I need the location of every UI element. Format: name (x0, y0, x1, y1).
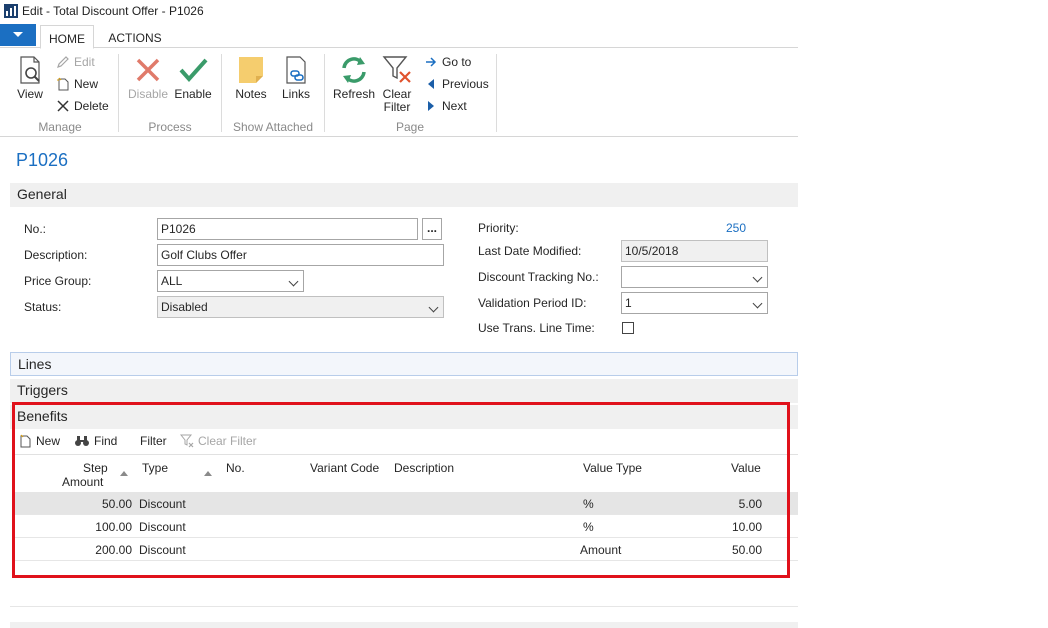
pencil-icon (57, 56, 69, 68)
app-menu-button[interactable] (0, 24, 36, 46)
benefits-highlight-box (12, 402, 790, 578)
no-field[interactable]: P1026 (157, 218, 418, 240)
go-to-label: Go to (442, 55, 472, 69)
status-select[interactable]: Disabled (157, 296, 444, 318)
last-modified-label: Last Date Modified: (478, 244, 582, 258)
view-label: View (17, 87, 43, 101)
sticky-note-icon (239, 57, 263, 83)
fasttab-lines[interactable]: Lines (10, 352, 798, 376)
description-field[interactable]: Golf Clubs Offer (157, 244, 444, 266)
previous-button[interactable]: Previous (424, 74, 489, 94)
description-label: Description: (24, 248, 88, 262)
edit-button[interactable]: Edit (56, 52, 95, 72)
no-assist-button[interactable]: ... (422, 218, 442, 240)
enable-button[interactable]: Enable (172, 54, 214, 101)
validation-label: Validation Period ID: (478, 296, 587, 310)
chevron-down-icon (288, 276, 299, 287)
new-label: New (74, 77, 99, 91)
notes-label: Notes (235, 87, 267, 101)
view-button[interactable]: View (12, 54, 48, 101)
title-bar: Edit - Total Discount Offer - P1026 (0, 0, 1048, 24)
new-document-icon (57, 77, 69, 91)
tab-home[interactable]: HOME (40, 25, 94, 49)
group-separator (221, 54, 222, 132)
close-icon (57, 100, 69, 112)
chevron-down-icon (428, 302, 439, 313)
price-group-select[interactable]: ALL (157, 270, 304, 292)
triangle-left-icon (428, 79, 434, 89)
chevron-down-icon (13, 32, 23, 37)
next-label: Next (442, 99, 467, 113)
clear-filter-icon (382, 56, 411, 83)
status-value: Disabled (161, 300, 208, 314)
checkmark-icon (179, 58, 208, 83)
next-fasttab-edge (10, 622, 798, 628)
view-document-icon (20, 56, 40, 84)
go-to-button[interactable]: Go to (424, 52, 471, 72)
priority-value[interactable]: 250 (726, 221, 746, 235)
ribbon: View Edit New Delete Manage Disable Enab… (0, 48, 798, 137)
delete-button[interactable]: Delete (56, 96, 109, 116)
tab-actions[interactable]: ACTIONS (100, 25, 170, 49)
fasttab-general[interactable]: General (10, 183, 798, 207)
price-group-value: ALL (161, 274, 183, 288)
refresh-label: Refresh (332, 87, 376, 101)
clear-filter-button[interactable]: Clear Filter (378, 54, 416, 114)
delete-label: Delete (74, 99, 109, 113)
links-label: Links (281, 87, 310, 101)
validation-value: 1 (625, 296, 632, 310)
previous-label: Previous (442, 77, 489, 91)
validation-select[interactable]: 1 (621, 292, 768, 314)
fasttab-triggers[interactable]: Triggers (10, 379, 798, 403)
group-label-page: Page (395, 120, 425, 134)
use-trans-label: Use Trans. Line Time: (478, 321, 595, 335)
ribbon-tabs: HOME ACTIONS (0, 24, 798, 49)
new-button[interactable]: New (56, 74, 98, 94)
tracking-select[interactable] (621, 266, 768, 288)
refresh-button[interactable]: Refresh (332, 54, 376, 101)
group-label-show-attached: Show Attached (232, 120, 314, 134)
window-title: Edit - Total Discount Offer - P1026 (22, 4, 204, 18)
divider (10, 606, 798, 607)
arrow-right-icon (426, 57, 437, 67)
group-separator (324, 54, 325, 132)
status-label: Status: (24, 300, 62, 314)
disable-label: Disable (127, 87, 169, 101)
notes-button[interactable]: Notes (232, 54, 270, 101)
priority-label: Priority: (478, 221, 519, 235)
next-button[interactable]: Next (424, 96, 467, 116)
price-group-label: Price Group: (24, 274, 92, 288)
page-title: P1026 (16, 150, 69, 170)
no-label: No.: (24, 222, 47, 236)
app-logo-icon (4, 4, 18, 18)
group-label-manage: Manage (38, 120, 82, 134)
enable-label: Enable (174, 87, 212, 101)
edit-label: Edit (74, 55, 95, 69)
chevron-down-icon (752, 298, 763, 309)
last-modified-field: 10/5/2018 (621, 240, 768, 262)
links-button[interactable]: Links (278, 54, 314, 101)
link-document-icon (286, 56, 306, 84)
disable-button[interactable]: Disable (126, 54, 170, 101)
clear-filter-label-2: Filter (383, 100, 411, 114)
tracking-label: Discount Tracking No.: (478, 270, 599, 284)
group-separator (118, 54, 119, 132)
triangle-right-icon (428, 101, 434, 111)
refresh-icon (342, 57, 366, 83)
group-separator (496, 54, 497, 132)
red-x-icon (136, 58, 160, 82)
use-trans-checkbox[interactable] (622, 322, 634, 334)
chevron-down-icon (752, 272, 763, 283)
group-label-process: Process (148, 120, 192, 134)
